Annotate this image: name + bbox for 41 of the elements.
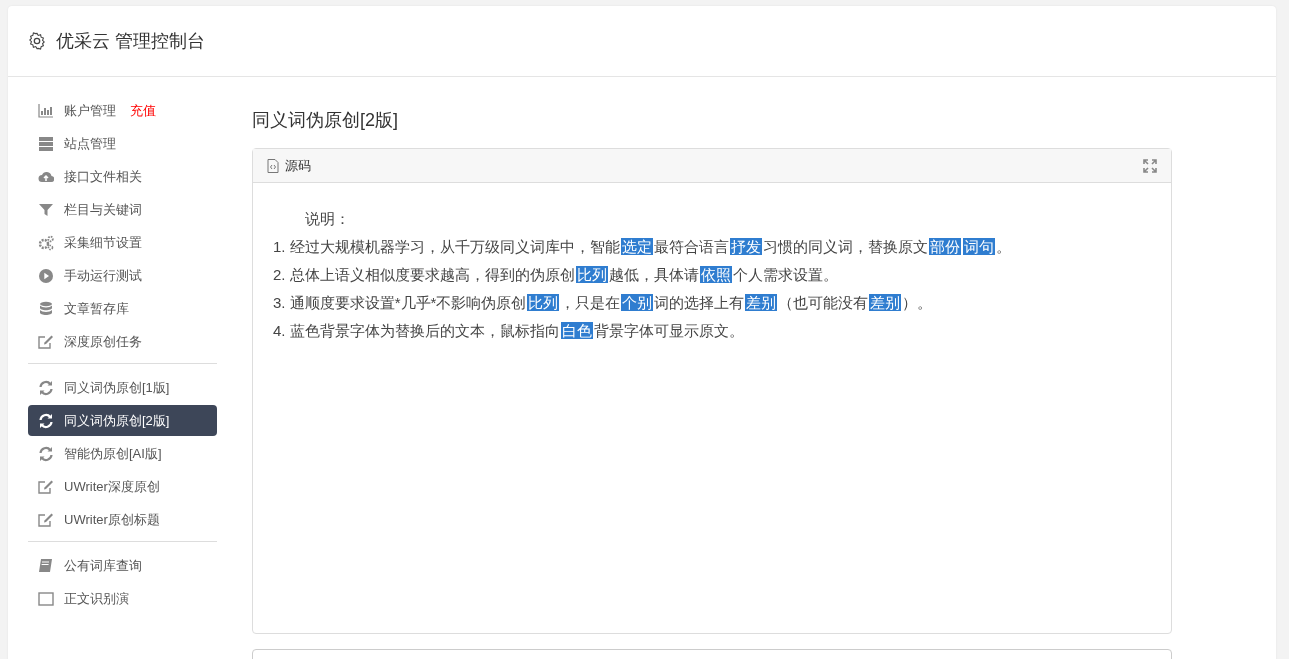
edit-icon [38, 478, 54, 495]
sidebar-item[interactable]: 深度原创任务 [28, 326, 217, 357]
chart-icon [38, 102, 54, 119]
sidebar-item[interactable]: 站点管理 [28, 128, 217, 159]
instructions-heading: 说明： [304, 209, 351, 229]
database-icon [38, 300, 54, 317]
fullscreen-icon[interactable] [1143, 158, 1157, 173]
sidebar-item[interactable]: 同义词伪原创[1版] [28, 372, 217, 403]
play-icon [38, 267, 54, 284]
instruction-line: 2. 总体上语义相似度要求越高，得到的伪原创 比列越低，具体请依照个人需求设置。 [273, 265, 839, 285]
sidebar-item[interactable]: UWriter原创标题 [28, 504, 217, 535]
sidebar-item[interactable]: 智能伪原创[AI版] [28, 438, 217, 469]
gears-icon [38, 234, 54, 251]
recharge-link[interactable]: 充值 [130, 100, 156, 121]
book-icon [38, 557, 54, 574]
window-icon [38, 590, 54, 607]
instruction-line: 4. 蓝色背景字体为替换后的文本，鼠标指向 白色背景字体可显示原文。 [273, 321, 745, 341]
file-code-icon [267, 158, 279, 173]
page-title: 同义词伪原创[2版] [252, 109, 399, 132]
sidebar-item[interactable]: 文章暂存库 [28, 293, 217, 324]
refresh-icon [38, 379, 54, 396]
refresh-icon [38, 445, 54, 462]
edit-icon [38, 511, 54, 528]
sidebar-item[interactable]: 采集细节设置 [28, 227, 217, 258]
sidebar-item[interactable]: 栏目与关键词 [28, 194, 217, 225]
source-tab[interactable]: 源码 [285, 155, 311, 176]
edit-icon [38, 333, 54, 350]
instruction-line: 3. 通顺度要求设置*几乎*不影响伪原创 比列，只是在个别词的选择上有差别（也可能没有差别）。 [273, 293, 934, 313]
filter-icon [38, 201, 54, 218]
sidebar-item[interactable]: 正文识别演 [28, 583, 217, 614]
sidebar-item[interactable]: UWriter深度原创 [28, 471, 217, 502]
sidebar-item[interactable]: 同义词伪原创[2版] [28, 405, 217, 436]
settings-icon [28, 32, 46, 50]
sidebar-item[interactable]: 接口文件相关 [28, 161, 217, 192]
refresh-icon [38, 412, 54, 429]
sidebar-item[interactable]: 账户管理 充值 [28, 95, 217, 126]
instruction-line: 1. 经过大规模机器学习，从千万级同义词库中，智能选定最符合语言抒发习惯的同义词，替换原文部份 词句。 [273, 237, 1012, 257]
sidebar-item[interactable]: 公有词库查询 [28, 550, 217, 581]
server-icon [38, 135, 54, 152]
sidebar-item[interactable]: 手动运行测试 [28, 260, 217, 291]
app-title: 优采云 管理控制台 [56, 29, 205, 53]
